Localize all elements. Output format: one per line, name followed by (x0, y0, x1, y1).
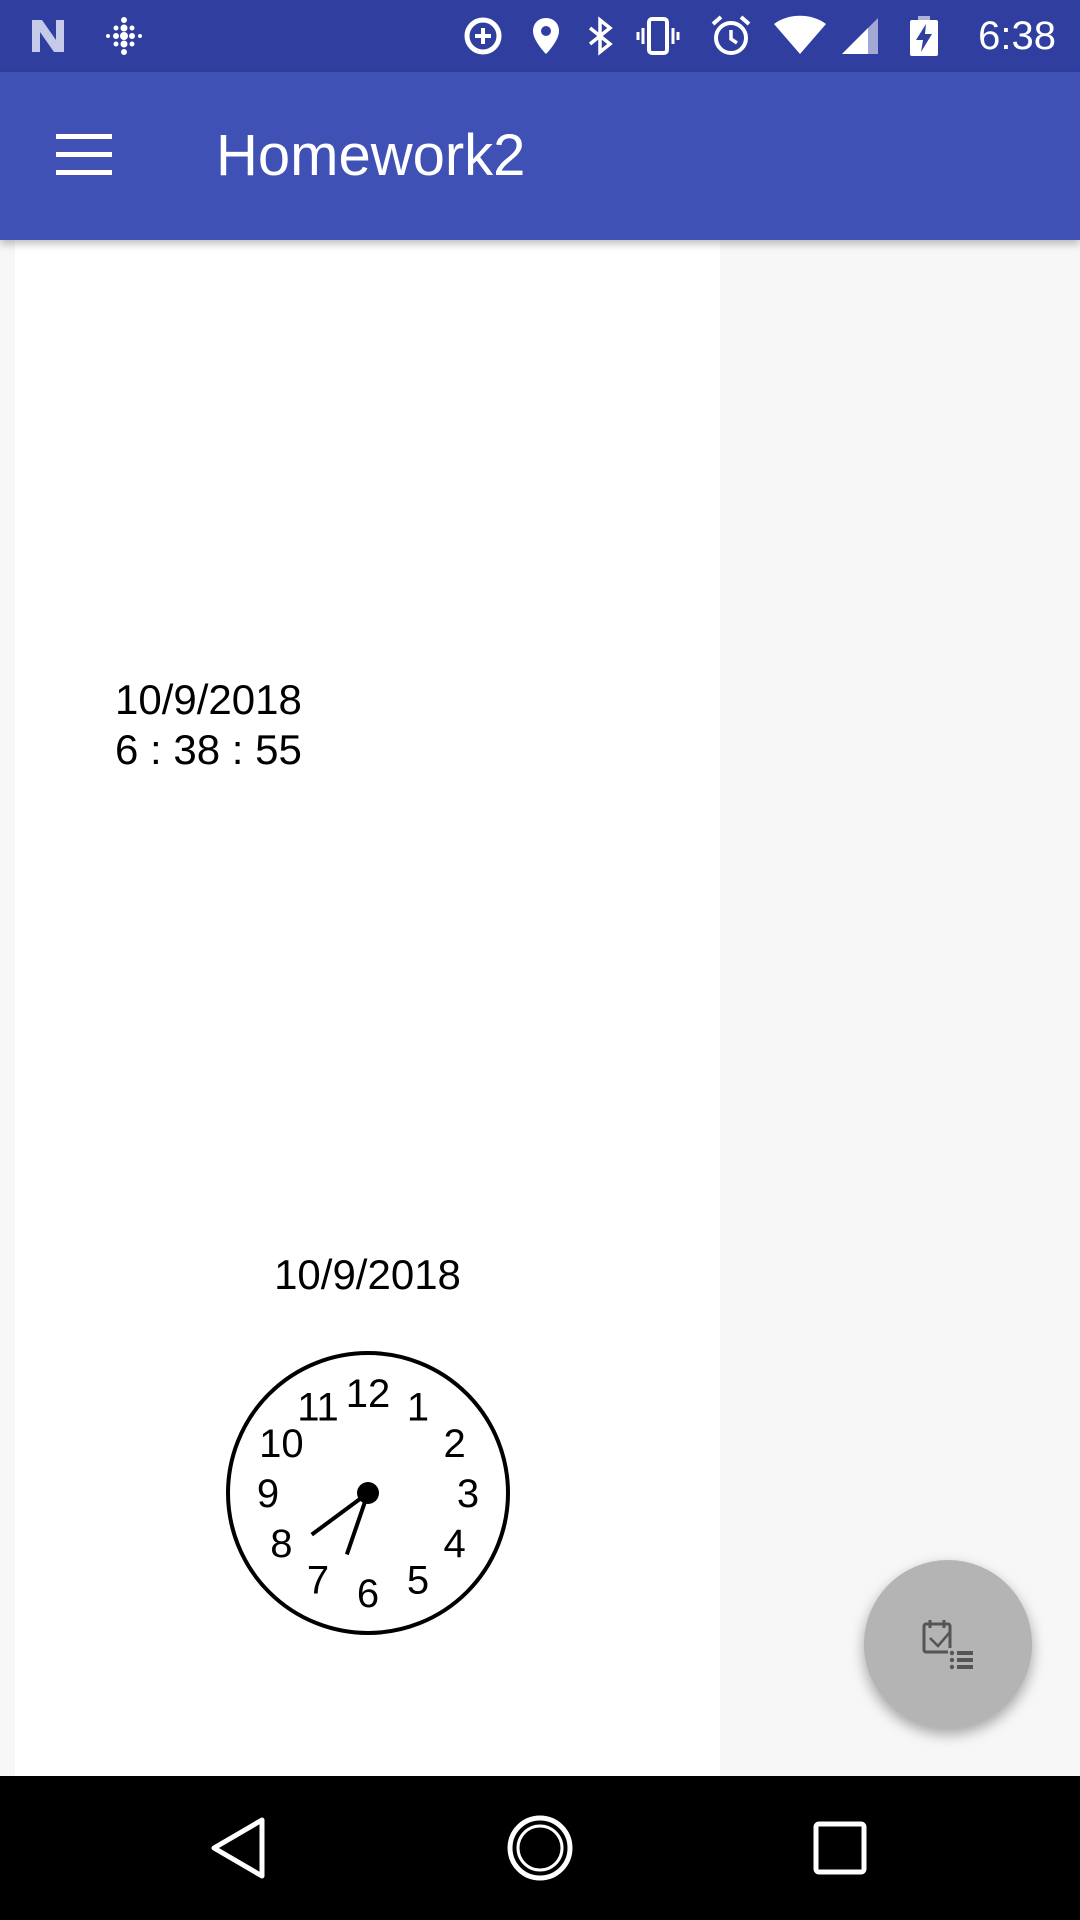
status-time: 6:38 (978, 14, 1056, 58)
bluetooth-icon (588, 16, 613, 56)
clock-number-9: 9 (257, 1472, 279, 1516)
notes-list-icon (922, 1620, 974, 1670)
wifi-icon (774, 15, 826, 54)
digital-date: 10/9/2018 (115, 676, 302, 723)
clock-number-11: 11 (297, 1385, 339, 1429)
back-button[interactable] (200, 1808, 280, 1888)
home-icon (507, 1815, 573, 1881)
recents-button[interactable] (800, 1808, 880, 1888)
notification-n-icon (32, 20, 64, 52)
hamburger-menu-icon (56, 134, 112, 175)
fitbit-icon (106, 17, 142, 55)
digital-time: 6 : 38 : 55 (115, 726, 302, 773)
data-saver-icon (464, 17, 502, 55)
navigation-bar (0, 1776, 1080, 1920)
recents-icon (813, 1821, 867, 1875)
home-button[interactable] (500, 1808, 580, 1888)
notes-fab-button[interactable] (864, 1560, 1032, 1728)
clock-center (357, 1482, 379, 1504)
clock-number-4: 4 (443, 1522, 465, 1566)
analog-clock-date: 10/9/2018 (274, 1251, 461, 1298)
clock-number-5: 5 (407, 1559, 429, 1603)
app-bar: Homework2 (0, 72, 1080, 240)
content-panel: 10/9/2018 6 : 38 : 55 10/9/2018 12 1 2 3 4 5 6… (15, 240, 720, 1776)
location-icon (533, 18, 559, 54)
alarm-icon (711, 15, 751, 55)
clock-number-1: 1 (407, 1385, 429, 1429)
clock-number-3: 3 (457, 1472, 479, 1516)
cell-signal-icon (842, 18, 878, 54)
clock-number-8: 8 (270, 1522, 292, 1566)
vibrate-icon (636, 17, 680, 55)
back-icon (211, 1817, 265, 1879)
status-bar: 6:38 (0, 0, 1080, 72)
clock-number-7: 7 (307, 1559, 329, 1603)
clock-number-6: 6 (357, 1572, 379, 1616)
clock-number-12: 12 (346, 1372, 391, 1416)
menu-button[interactable] (40, 116, 120, 196)
analog-clock: 12 1234567891011 (226, 1351, 510, 1635)
app-title: Homework2 (216, 123, 526, 188)
battery-charging-icon (910, 16, 938, 56)
clock-number-2: 2 (443, 1422, 465, 1466)
